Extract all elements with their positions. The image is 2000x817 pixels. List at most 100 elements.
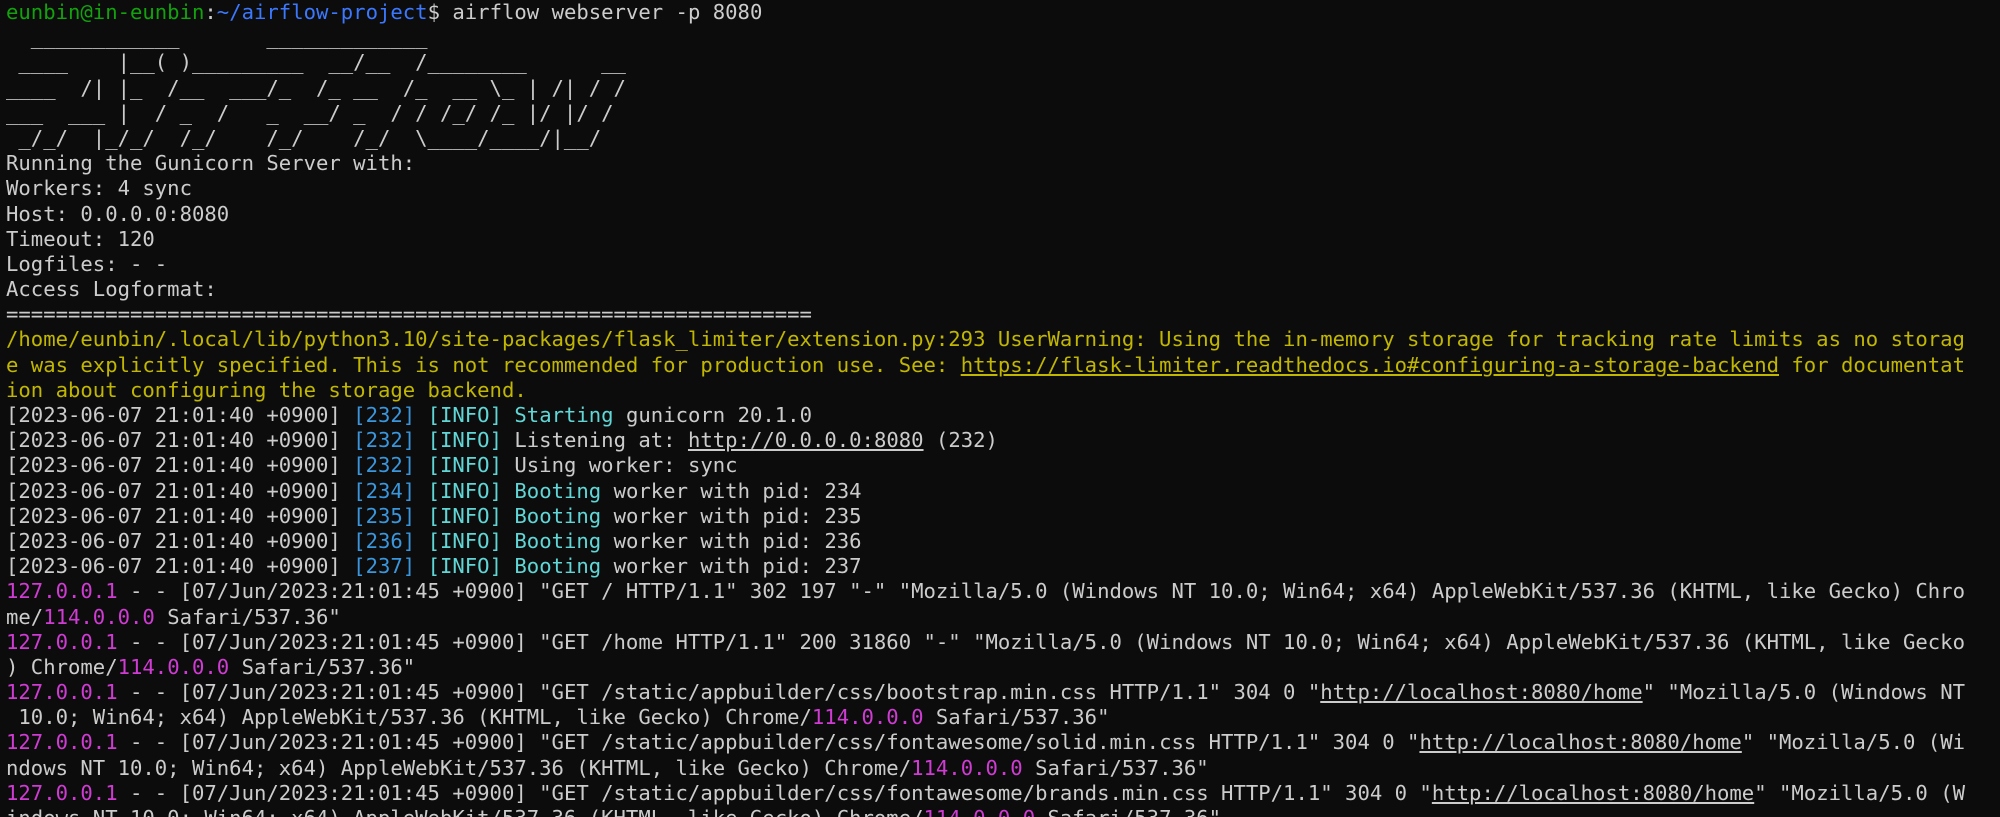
terminal-text: indows NT 10.0; Win64; x64) AppleWebKit/… <box>6 806 924 817</box>
terminal-text: for documentat <box>1779 352 1965 377</box>
terminal-text: worker with pid: 234 <box>601 478 862 503</box>
terminal-text: [2023-06-07 21:01:40 +0900] <box>6 428 354 453</box>
terminal-link[interactable]: http://0.0.0.0:8080 <box>688 428 924 452</box>
terminal-text: [2023-06-07 21:01:40 +0900] <box>6 503 354 528</box>
terminal-line: [2023-06-07 21:01:40 +0900] [232] [INFO]… <box>6 453 2000 478</box>
terminal-text: worker with pid: 237 <box>601 554 862 579</box>
terminal-text: Host: 0.0.0.0:8080 <box>6 201 230 226</box>
terminal-text: Booting <box>514 528 602 553</box>
terminal-text: eunbin@in-eunbin <box>6 0 205 24</box>
terminal-line: [2023-06-07 21:01:40 +0900] [232] [INFO]… <box>6 428 2000 453</box>
terminal-line: ___ ___ | / _ / _ __/ _ / / /_/ /_ |/ |/… <box>6 101 2000 126</box>
terminal-line: 127.0.0.1 - - [07/Jun/2023:21:01:45 +090… <box>6 579 2000 604</box>
terminal-text: worker with pid: 236 <box>601 528 862 553</box>
terminal-text: Logfiles: - - <box>6 251 168 276</box>
terminal-line: Running the Gunicorn Server with: <box>6 151 2000 176</box>
terminal-text: me/ <box>6 604 44 629</box>
terminal-text: ) Chrome/ <box>6 654 118 679</box>
terminal-line: [2023-06-07 21:01:40 +0900] [232] [INFO]… <box>6 403 2000 428</box>
terminal-link[interactable]: http://localhost:8080/home <box>1419 730 1741 754</box>
terminal-text: 114.0.0.0 <box>43 604 155 629</box>
terminal-text: Safari/537.36" <box>1035 806 1221 817</box>
terminal-line: 127.0.0.1 - - [07/Jun/2023:21:01:45 +090… <box>6 680 2000 705</box>
terminal-text: - - [07/Jun/2023:21:01:45 +0900] "GET /h… <box>117 629 1965 654</box>
terminal-text: - - [07/Jun/2023:21:01:45 +0900] "GET /s… <box>117 730 1420 755</box>
terminal-text: [INFO] <box>427 403 502 427</box>
terminal-link[interactable]: http://localhost:8080/home <box>1320 680 1642 704</box>
command-prompt-line: eunbin@in-eunbin:~/airflow-project$ airf… <box>6 0 2000 25</box>
terminal-text: Safari/537.36" <box>923 705 1110 730</box>
terminal-text: [232] <box>353 403 416 427</box>
terminal-text: - - [07/Jun/2023:21:01:45 +0900] "GET /s… <box>117 780 1432 805</box>
terminal-text: gunicorn 20.1.0 <box>613 403 812 427</box>
terminal-text: Booting <box>514 503 602 528</box>
terminal-text: 127.0.0.1 <box>6 730 118 755</box>
terminal-link[interactable]: https://flask-limiter.readthedocs.io#con… <box>961 353 1779 377</box>
terminal-line: [2023-06-07 21:01:40 +0900] [237] [INFO]… <box>6 554 2000 579</box>
terminal-text: Using worker: sync <box>501 453 738 478</box>
terminal-text: Listening at: <box>501 428 688 453</box>
terminal-text: [2023-06-07 21:01:40 +0900] <box>6 453 354 478</box>
terminal-line: Logfiles: - - <box>6 252 2000 277</box>
terminal-text: [INFO] <box>427 478 502 503</box>
terminal-line: 10.0; Win64; x64) AppleWebKit/537.36 (KH… <box>6 705 2000 730</box>
terminal-text: ion about configuring the storage backen… <box>6 377 527 402</box>
terminal-text: Access Logformat: <box>6 277 217 302</box>
terminal-text: 127.0.0.1 <box>6 629 118 654</box>
terminal-text: Safari/537.36" <box>1022 755 1209 780</box>
terminal-text: ___ ___ | / _ / _ __/ _ / / /_/ /_ |/ |/… <box>6 100 614 125</box>
terminal-output[interactable]: eunbin@in-eunbin:~/airflow-project$ airf… <box>0 0 2000 817</box>
terminal-text: [INFO] <box>427 453 502 478</box>
terminal-text: [2023-06-07 21:01:40 +0900] <box>6 403 354 427</box>
terminal-text: [INFO] <box>427 428 502 453</box>
terminal-text: _/_/ |_/_/ /_/ /_/ /_/ \____/____/|__/ <box>6 125 602 150</box>
terminal-text: $ airflow webserver -p 8080 <box>427 0 763 24</box>
terminal-text: 127.0.0.1 <box>6 579 118 604</box>
terminal-text: " "Mozilla/5.0 (Windows NT <box>1642 680 1965 705</box>
terminal-line: Host: 0.0.0.0:8080 <box>6 202 2000 227</box>
terminal-text: Timeout: 120 <box>6 226 155 251</box>
terminal-line: 127.0.0.1 - - [07/Jun/2023:21:01:45 +090… <box>6 630 2000 655</box>
terminal-text: - - [07/Jun/2023:21:01:45 +0900] "GET /s… <box>117 680 1321 705</box>
terminal-line: e was explicitly specified. This is not … <box>6 353 2000 378</box>
terminal-text: [2023-06-07 21:01:40 +0900] <box>6 554 354 579</box>
terminal-text: Running the Gunicorn Server with: <box>6 151 416 176</box>
terminal-text: Safari/537.36" <box>229 654 416 679</box>
terminal-line: [2023-06-07 21:01:40 +0900] [234] [INFO]… <box>6 479 2000 504</box>
terminal-text: 10.0; Win64; x64) AppleWebKit/537.36 (KH… <box>6 705 812 730</box>
terminal-line: 127.0.0.1 - - [07/Jun/2023:21:01:45 +090… <box>6 730 2000 755</box>
terminal-line: Workers: 4 sync <box>6 176 2000 201</box>
terminal-text: ========================================… <box>6 302 812 327</box>
terminal-text: [INFO] <box>427 528 502 553</box>
terminal-text: - - [07/Jun/2023:21:01:45 +0900] "GET / … <box>117 579 1965 604</box>
terminal-link[interactable]: http://localhost:8080/home <box>1432 781 1754 805</box>
terminal-text: ndows NT 10.0; Win64; x64) AppleWebKit/5… <box>6 755 912 780</box>
terminal-text: 114.0.0.0 <box>811 705 924 730</box>
terminal-text: Workers: 4 sync <box>6 176 192 201</box>
terminal-text: [234] <box>353 478 416 503</box>
terminal-text: [232] <box>353 453 416 478</box>
terminal-text: Safari/537.36" <box>154 604 341 629</box>
terminal-line: /home/eunbin/.local/lib/python3.10/site-… <box>6 327 2000 352</box>
terminal-text: [232] <box>353 428 416 453</box>
terminal-line: me/114.0.0.0 Safari/537.36" <box>6 605 2000 630</box>
terminal-text: /home/eunbin/.local/lib/python3.10/site-… <box>6 327 1965 352</box>
terminal-text: [INFO] <box>427 554 502 579</box>
terminal-text: ~/airflow-project <box>216 0 428 24</box>
terminal-line: ========================================… <box>6 302 2000 327</box>
terminal-text: 127.0.0.1 <box>6 780 118 805</box>
terminal-text: [236] <box>353 528 416 553</box>
terminal-text: ____________ _____________ <box>6 25 428 50</box>
terminal-line: ____________ _____________ <box>6 25 2000 50</box>
terminal-text: [INFO] <box>427 503 502 528</box>
